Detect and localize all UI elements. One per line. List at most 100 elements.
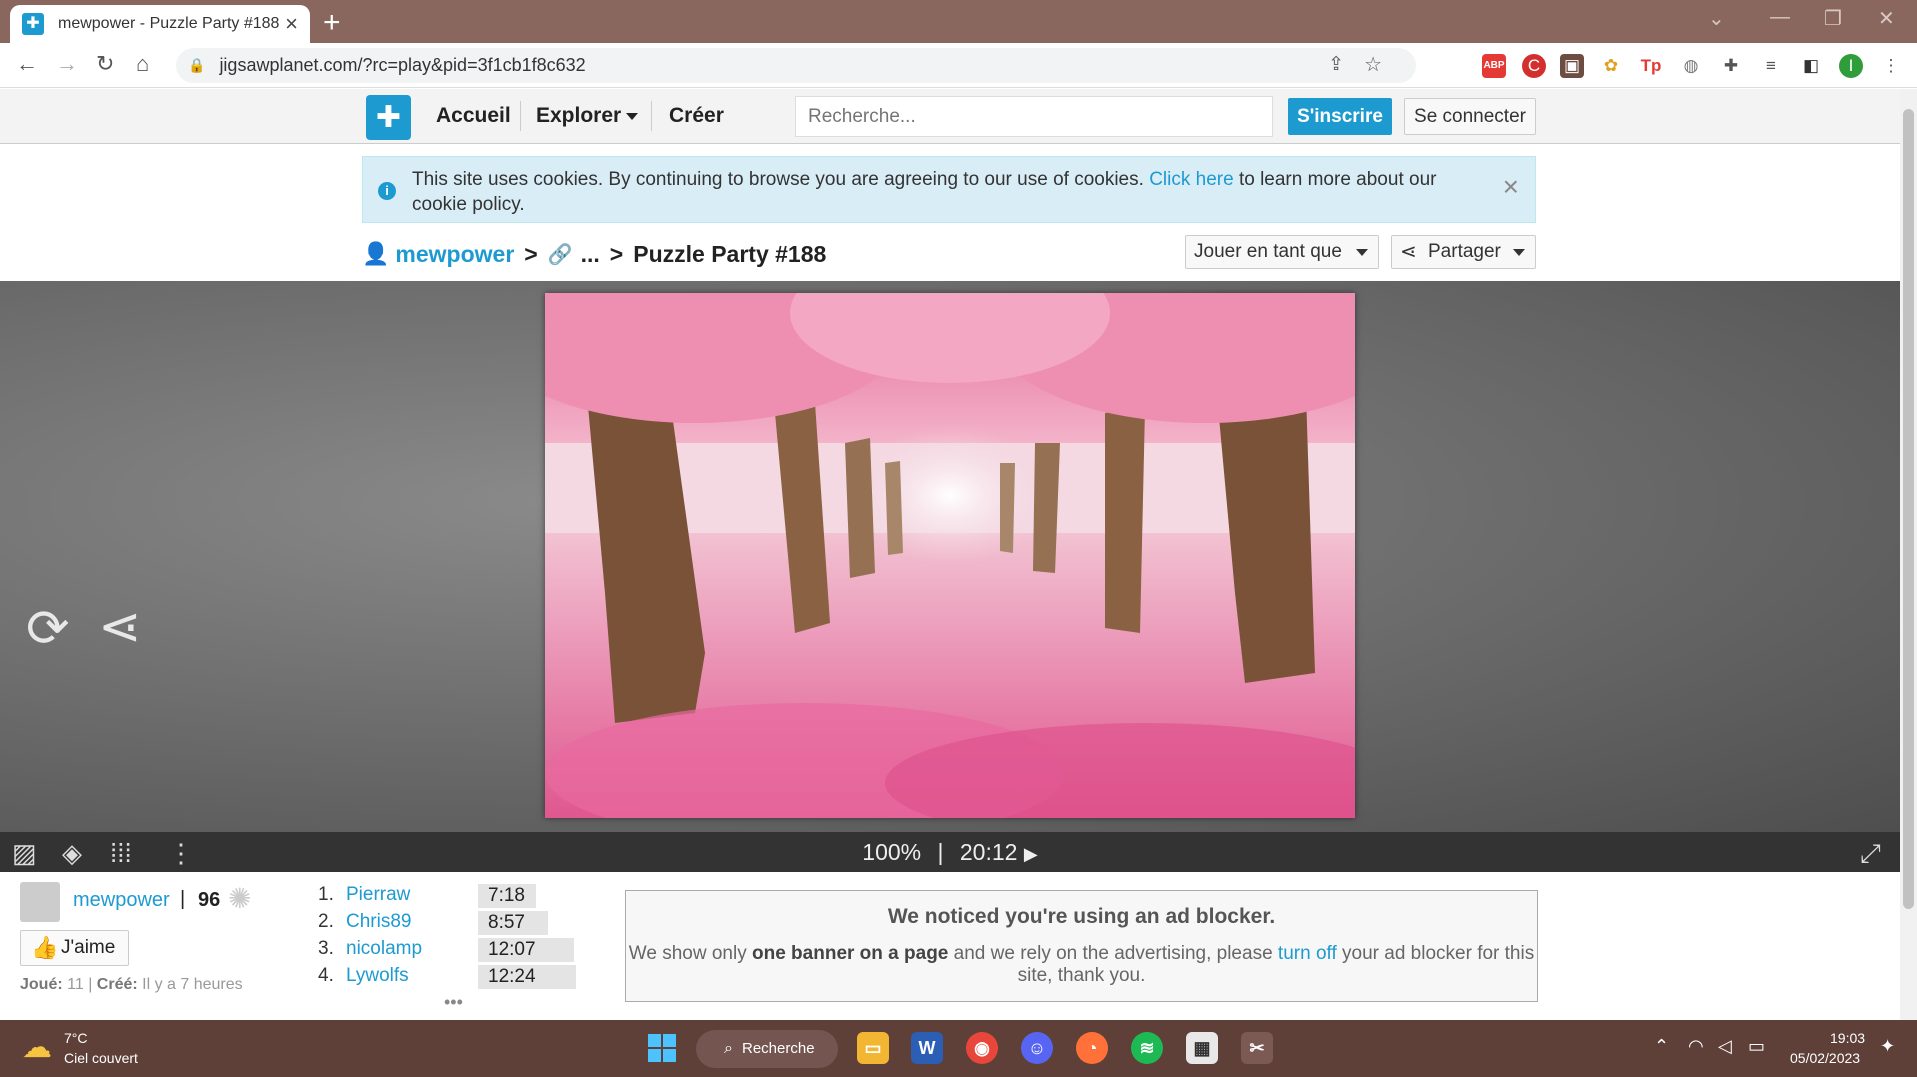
share-dropdown[interactable]: ⋖ Partager [1391,235,1536,269]
played-label: Joué: [20,976,63,993]
firefox-icon[interactable]: ◔ [1076,1032,1108,1064]
play-icon[interactable]: ▶ [1024,844,1038,864]
taskbar-search-button[interactable]: ⌕ Recherche [696,1030,838,1068]
reading-list-icon[interactable]: ≡ [1759,54,1783,78]
adblock-extension-icon[interactable]: ABP [1482,54,1506,78]
jigsawplanet-favicon-icon: ✚ [22,13,44,35]
close-tab-icon[interactable]: × [285,11,298,37]
breadcrumb-separator: > [524,240,538,267]
search-input[interactable] [795,96,1273,137]
extension-tp-icon[interactable]: Tp [1639,54,1663,78]
share-icon[interactable]: ⋖ [98,597,142,657]
browser-toolbar: ← → ↻ ⌂ 🔒 jigsawplanet.com/?rc=play&pid=… [0,43,1917,88]
clock-time[interactable]: 19:03 [1830,1030,1865,1046]
minimize-icon[interactable]: — [1770,6,1790,29]
browser-menu-icon[interactable]: ⋮ [1879,54,1903,78]
extension-red-icon[interactable]: C [1522,54,1546,78]
browser-tab[interactable]: ✚ mewpower - Puzzle Party #188 × [10,5,310,43]
bookmark-star-icon[interactable]: ☆ [1364,52,1382,77]
restore-icon[interactable]: ❐ [1824,6,1842,31]
play-as-dropdown[interactable]: Jouer en tant que [1185,235,1379,269]
discord-icon[interactable]: ☺ [1021,1032,1053,1064]
scrollbar-thumb[interactable] [1903,109,1914,909]
fullscreen-icon[interactable]: ⤢ [1860,838,1881,870]
progress-readout: 100% | 20:12 ▶ [0,839,1900,866]
volume-icon[interactable]: ◁ [1718,1036,1732,1057]
adblock-notice: We noticed you're using an ad blocker. W… [625,890,1538,1002]
leaderboard-player-link[interactable]: Lywolfs [346,965,409,987]
signup-button[interactable]: S'inscrire [1288,98,1392,135]
user-icon: 👤 [362,241,390,266]
file-explorer-icon[interactable]: ▭ [857,1032,889,1064]
close-window-icon[interactable]: ✕ [1878,6,1895,31]
created-value: Il y a 7 heures [142,976,243,993]
forward-icon[interactable]: → [56,51,78,77]
owner-separator: | [180,888,186,910]
breadcrumb-user-link[interactable]: mewpower [395,241,514,268]
close-icon[interactable]: × [1503,171,1519,203]
leaderboard-player-link[interactable]: nicolamp [346,938,422,960]
puzzle-image[interactable] [545,293,1355,818]
spotify-icon[interactable]: ≋ [1131,1032,1163,1064]
shuffle-refresh-icon[interactable]: ⟳ [26,599,70,659]
cherry-blossom-avenue-picture [545,293,1355,818]
share-label: Partager [1428,241,1501,262]
battery-icon[interactable]: ▭ [1748,1036,1765,1057]
timer: 20:12 [959,839,1018,865]
tab-title: mewpower - Puzzle Party #188 [58,15,280,32]
show-hidden-icons-icon[interactable]: ⌃ [1654,1036,1669,1057]
puzzle-play-area[interactable]: ⟳ ⋖ [0,281,1900,832]
thumbs-up-icon: 👍 [31,935,59,960]
nav-accueil[interactable]: Accueil [436,104,511,128]
puzzle-info: mewpower | 96 ✺ 👍 J'aime Joué: 11 | Créé… [0,872,1900,1020]
clock-date[interactable]: 05/02/2023 [1790,1050,1860,1066]
played-count: 11 [67,976,84,993]
avatar[interactable] [20,882,60,922]
tab-search-icon[interactable]: ⌄ [1708,6,1725,31]
like-button[interactable]: 👍 J'aime [20,930,129,966]
nav-creer[interactable]: Créer [669,104,724,128]
leaderboard-more-button[interactable]: ••• [444,992,463,1013]
breadcrumb: 👤 mewpower > 🔗 ... > Puzzle Party #188 [362,237,826,271]
extension-people-icon[interactable]: ✿ [1599,54,1623,78]
store-icon[interactable]: ▦ [1186,1032,1218,1064]
login-button[interactable]: Se connecter [1404,98,1536,135]
browser-tab-strip: ✚ mewpower - Puzzle Party #188 × + ⌄ — ❐… [0,0,1917,43]
windows-start-icon[interactable] [648,1034,676,1062]
owner-link[interactable]: mewpower [73,889,170,912]
home-icon[interactable]: ⌂ [136,51,149,77]
profile-avatar[interactable]: I [1839,54,1863,78]
breadcrumb-ellipsis[interactable]: ... [581,241,600,268]
nav-explorer[interactable]: Explorer [536,104,621,128]
leaderboard-time: 12:07 [478,938,574,962]
progress-percent: 100% [862,839,922,865]
adblock-text-bold: one banner on a page [752,943,949,964]
notifications-icon[interactable]: ✦ [1880,1036,1895,1057]
new-tab-icon[interactable]: + [323,6,341,40]
reload-icon[interactable]: ↻ [96,51,114,77]
leaderboard-rank: 4. [318,965,334,986]
chrome-icon[interactable]: ◉ [966,1032,998,1064]
extensions-puzzle-icon[interactable]: ✚ [1719,54,1743,78]
leaderboard-player-link[interactable]: Chris89 [346,911,411,933]
page-scrollbar[interactable] [1900,89,1917,1020]
address-bar[interactable]: 🔒 jigsawplanet.com/?rc=play&pid=3f1cb1f8… [176,48,1416,83]
extension-globe-icon[interactable]: ◍ [1679,54,1703,78]
share-page-icon[interactable]: ⇪ [1328,53,1344,76]
weather-temperature: 7°C [64,1030,88,1046]
leaderboard-player-link[interactable]: Pierraw [346,884,410,906]
wifi-icon[interactable]: ◠ [1688,1036,1704,1057]
turn-off-link[interactable]: turn off [1278,943,1337,964]
weather-cloud-icon[interactable]: ☁ [22,1030,52,1065]
jigsawplanet-logo[interactable]: ✚ [366,95,411,140]
cookie-policy-link[interactable]: Click here [1149,169,1233,190]
cookie-message: This site uses cookies. By continuing to… [412,167,1472,217]
taskbar-search-label: Recherche [742,1040,815,1057]
extension-picture-icon[interactable]: ▣ [1560,54,1584,78]
back-icon[interactable]: ← [16,51,38,77]
snipping-tool-icon[interactable]: ✂ [1241,1032,1273,1064]
side-panel-icon[interactable]: ◧ [1799,54,1823,78]
chevron-down-icon [1513,249,1525,256]
leaderboard-row: 4. Lywolfs 12:24 [318,965,578,989]
word-icon[interactable]: W [911,1032,943,1064]
